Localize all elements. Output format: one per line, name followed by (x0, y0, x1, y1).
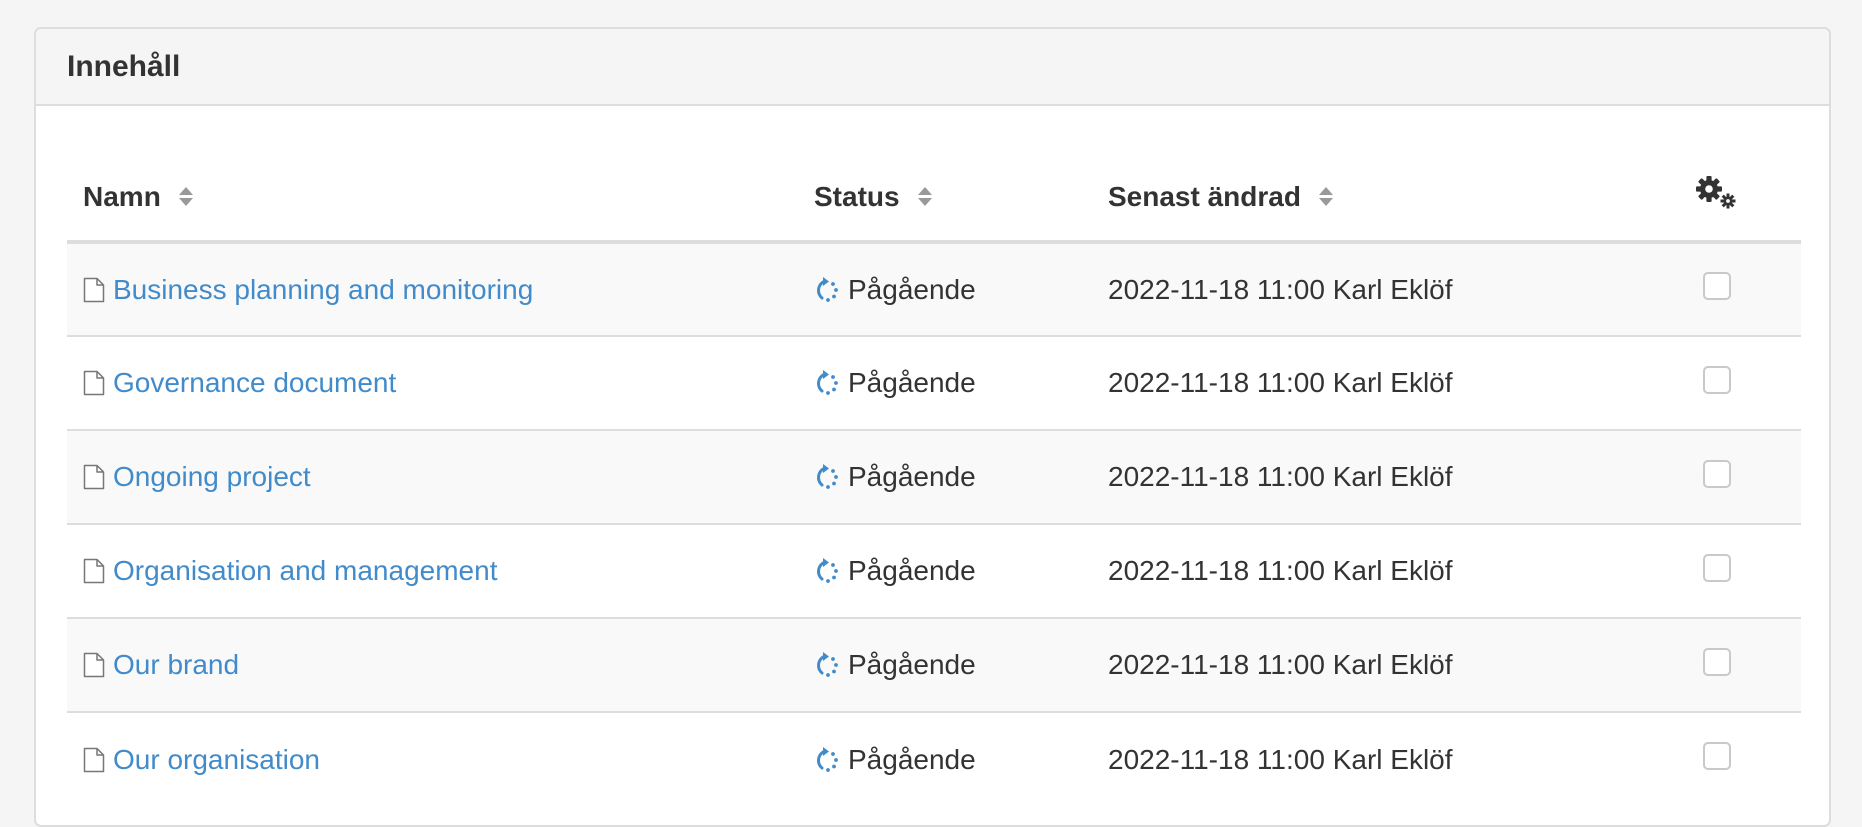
document-icon (83, 747, 105, 772)
row-select-checkbox[interactable] (1703, 647, 1731, 676)
in-progress-icon (817, 558, 838, 583)
document-icon (83, 370, 105, 396)
document-link[interactable]: Business planning and monitoring (113, 274, 533, 306)
in-progress-icon (817, 276, 838, 302)
name-cell: Business planning and monitoring (67, 242, 814, 336)
name-cell: Ongoing project (67, 429, 814, 524)
column-header-modified[interactable]: Senast ändrad (1108, 153, 1684, 244)
select-cell (1684, 523, 1801, 618)
column-header-modified-label: Senast ändrad (1108, 180, 1301, 212)
column-header-name-label: Namn (83, 180, 161, 212)
document-icon (83, 277, 105, 302)
table-row: Business planning and monitoring Pågåend… (67, 242, 1801, 336)
name-cell: Governance document (67, 335, 814, 430)
select-cell (1684, 711, 1801, 806)
document-link[interactable]: Our organisation (113, 744, 320, 776)
status-text: Pågående (848, 461, 976, 492)
status-cell: Pågående (814, 335, 1108, 430)
modified-cell: 2022-11-18 11:00 Karl Eklöf (1108, 711, 1684, 806)
sort-icon[interactable] (178, 187, 193, 206)
content-table-wrapper: Namn Status Senast ändrad Business plann… (67, 153, 1801, 806)
sort-icon[interactable] (1318, 187, 1333, 206)
table-row: Governance document Pågående 2022-11-18 … (67, 335, 1801, 430)
modified-cell: 2022-11-18 11:00 Karl Eklöf (1108, 523, 1684, 618)
in-progress-icon (817, 464, 838, 489)
document-link[interactable]: Governance document (113, 367, 396, 399)
document-link[interactable]: Ongoing project (113, 461, 311, 493)
status-cell: Pågående (814, 429, 1108, 524)
table-row: Ongoing project Pågående 2022-11-18 11:0… (67, 429, 1801, 524)
document-link[interactable]: Organisation and management (113, 555, 497, 587)
table-row: Our brand Pågående 2022-11-18 11:00 Karl… (67, 617, 1801, 712)
content-panel: Innehåll Namn Status Senast ändrad Busin… (34, 27, 1831, 827)
document-link[interactable]: Our brand (113, 649, 239, 681)
table-row: Our organisation Pågående 2022-11-18 11:… (67, 711, 1801, 806)
modified-cell: 2022-11-18 11:00 Karl Eklöf (1108, 617, 1684, 712)
status-text: Pågående (848, 367, 976, 398)
row-select-checkbox[interactable] (1703, 742, 1731, 770)
column-header-status-label: Status (814, 180, 900, 212)
status-text: Pågående (848, 555, 976, 586)
select-cell (1684, 429, 1801, 524)
in-progress-icon (817, 370, 838, 395)
sort-icon[interactable] (917, 187, 932, 206)
name-cell: Organisation and management (67, 523, 814, 618)
select-cell (1684, 242, 1801, 336)
column-header-status[interactable]: Status (814, 153, 1108, 244)
modified-cell: 2022-11-18 11:00 Karl Eklöf (1108, 335, 1684, 430)
row-select-checkbox[interactable] (1703, 272, 1731, 300)
select-cell (1684, 335, 1801, 430)
row-select-checkbox[interactable] (1703, 365, 1731, 394)
table-header-row: Namn Status Senast ändrad (67, 153, 1801, 244)
panel-title: Innehåll (67, 49, 181, 83)
column-header-actions (1684, 153, 1801, 244)
name-cell: Our brand (67, 617, 814, 712)
document-icon (83, 464, 105, 490)
status-cell: Pågående (814, 711, 1108, 806)
content-table: Namn Status Senast ändrad Business plann… (67, 153, 1801, 806)
status-text: Pågående (848, 273, 976, 305)
modified-cell: 2022-11-18 11:00 Karl Eklöf (1108, 429, 1684, 524)
table-body: Business planning and monitoring Pågåend… (67, 242, 1801, 806)
status-cell: Pågående (814, 617, 1108, 712)
document-icon (83, 652, 105, 678)
column-header-name[interactable]: Namn (67, 153, 814, 244)
row-select-checkbox[interactable] (1703, 553, 1731, 582)
table-row: Organisation and management Pågående 202… (67, 523, 1801, 618)
in-progress-icon (817, 746, 838, 772)
document-icon (83, 558, 105, 584)
select-cell (1684, 617, 1801, 712)
status-cell: Pågående (814, 242, 1108, 336)
panel-heading: Innehåll (36, 29, 1829, 106)
modified-cell: 2022-11-18 11:00 Karl Eklöf (1108, 242, 1684, 336)
status-cell: Pågående (814, 523, 1108, 618)
in-progress-icon (817, 652, 838, 677)
row-select-checkbox[interactable] (1703, 459, 1731, 488)
gears-icon[interactable] (1695, 175, 1739, 211)
status-text: Pågående (848, 649, 976, 680)
table-header: Namn Status Senast ändrad (67, 153, 1801, 244)
status-text: Pågående (848, 743, 976, 775)
name-cell: Our organisation (67, 711, 814, 806)
